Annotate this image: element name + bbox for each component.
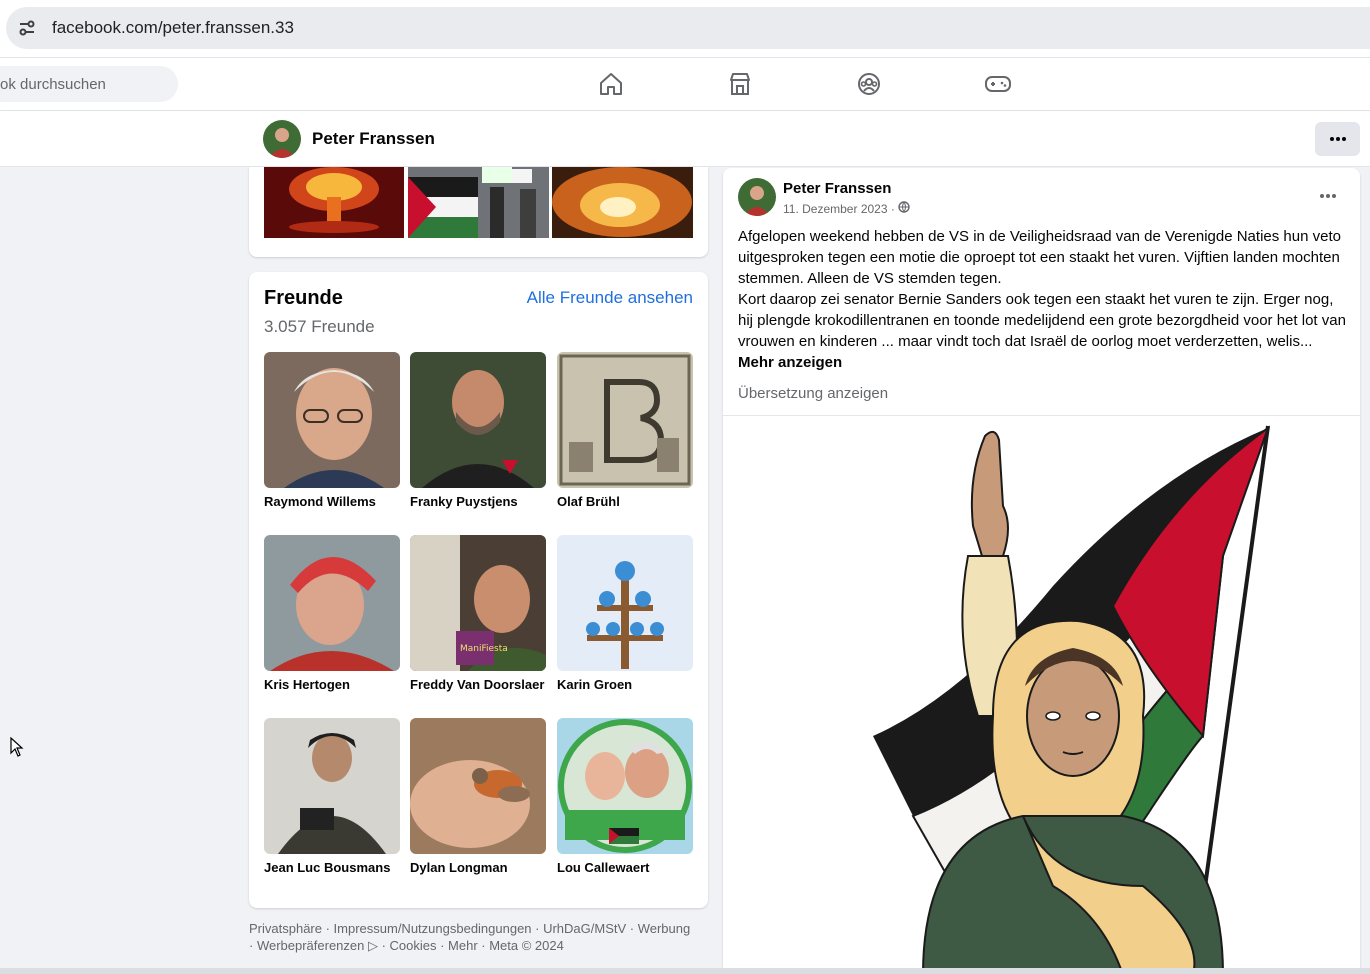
friend-photo[interactable] (410, 718, 546, 854)
photos-card (249, 167, 708, 257)
friend-item[interactable]: Karin Groen (557, 535, 693, 692)
friend-name[interactable]: Raymond Willems (264, 494, 400, 509)
profile-name[interactable]: Peter Franssen (312, 129, 435, 149)
friend-photo[interactable] (264, 718, 400, 854)
post-image[interactable] (723, 415, 1360, 974)
friend-item[interactable]: Lou Callewaert (557, 718, 693, 875)
post-more-button[interactable] (1316, 184, 1340, 208)
window-bottom-edge (0, 968, 1370, 974)
avatar[interactable] (738, 178, 776, 216)
footer-line-2[interactable]: · Werbepräferenzen ▷ · Cookies · Mehr · … (249, 937, 719, 954)
friend-name[interactable]: Lou Callewaert (557, 860, 693, 875)
friend-item[interactable]: Raymond Willems (264, 352, 400, 509)
address-bar[interactable]: facebook.com/peter.franssen.33 (6, 7, 1370, 49)
friend-photo[interactable]: ManiFiesta (410, 535, 546, 671)
friend-name[interactable]: Karin Groen (557, 677, 693, 692)
svg-text:ManiFiesta: ManiFiesta (460, 644, 508, 654)
profile-header: Peter Franssen (0, 111, 1370, 167)
friend-photo[interactable] (557, 352, 693, 488)
photo-thumbnail[interactable] (552, 167, 693, 238)
site-info-icon[interactable] (6, 7, 48, 49)
globe-icon (898, 201, 910, 216)
friend-item[interactable]: Jean Luc Bousmans (264, 718, 400, 875)
friend-item[interactable]: Franky Puystjens (410, 352, 546, 509)
post-card: Peter Franssen 11. Dezember 2023 · Afgel… (723, 168, 1360, 974)
post-paragraph-2: Kort daarop zei senator Bernie Sanders o… (738, 291, 1346, 350)
friend-item[interactable]: ManiFiesta Freddy Van Doorslaer (410, 535, 546, 692)
friend-photo[interactable] (264, 352, 400, 488)
footer-links: Privatsphäre · Impressum/Nutzungsbedingu… (249, 920, 719, 954)
mouse-cursor-icon (10, 736, 24, 762)
browser-bar: facebook.com/peter.franssen.33 (0, 0, 1370, 58)
friends-count: 3.057 Freunde (264, 317, 375, 336)
post-paragraph-1: Afgelopen weekend hebben de VS in de Vei… (738, 228, 1341, 287)
friends-card: Freunde Alle Freunde ansehen 3.057 Freun… (249, 272, 708, 908)
friend-photo[interactable] (557, 535, 693, 671)
post-text: Afgelopen weekend hebben de VS in de Vei… (738, 226, 1348, 373)
see-more-link[interactable]: Mehr anzeigen (738, 354, 842, 371)
friend-name[interactable]: Kris Hertogen (264, 677, 400, 692)
avatar[interactable] (263, 120, 301, 158)
more-options-button[interactable] (1315, 122, 1360, 156)
search-placeholder: ok durchsuchen (0, 75, 106, 93)
post-date[interactable]: 11. Dezember 2023 · (783, 202, 895, 216)
top-nav: ok durchsuchen (0, 58, 1370, 110)
gaming-icon[interactable] (984, 70, 1012, 98)
photo-thumbnail[interactable] (264, 167, 404, 238)
friend-photo[interactable] (264, 535, 400, 671)
friend-photo[interactable] (557, 718, 693, 854)
see-all-friends-link[interactable]: Alle Freunde ansehen (527, 288, 693, 308)
marketplace-icon[interactable] (726, 70, 754, 98)
friend-photo[interactable] (410, 352, 546, 488)
friends-title[interactable]: Freunde (264, 287, 343, 310)
groups-icon[interactable] (855, 70, 883, 98)
friend-name[interactable]: Olaf Brühl (557, 494, 693, 509)
photo-thumbnail[interactable] (408, 167, 549, 238)
post-meta: 11. Dezember 2023 · (783, 201, 910, 216)
friend-name[interactable]: Franky Puystjens (410, 494, 546, 509)
url-text[interactable]: facebook.com/peter.franssen.33 (52, 18, 294, 38)
friend-name[interactable]: Dylan Longman (410, 860, 546, 875)
friend-item[interactable]: Kris Hertogen (264, 535, 400, 692)
footer-line-1[interactable]: Privatsphäre · Impressum/Nutzungsbedingu… (249, 920, 719, 937)
home-icon[interactable] (597, 70, 625, 98)
friend-name[interactable]: Freddy Van Doorslaer (410, 677, 546, 692)
post-author[interactable]: Peter Franssen (783, 180, 891, 197)
see-translation-link[interactable]: Übersetzung anzeigen (738, 385, 888, 402)
search-input[interactable]: ok durchsuchen (0, 66, 178, 102)
friend-item[interactable]: Olaf Brühl (557, 352, 693, 509)
friend-name[interactable]: Jean Luc Bousmans (264, 860, 400, 875)
friend-item[interactable]: Dylan Longman (410, 718, 546, 875)
